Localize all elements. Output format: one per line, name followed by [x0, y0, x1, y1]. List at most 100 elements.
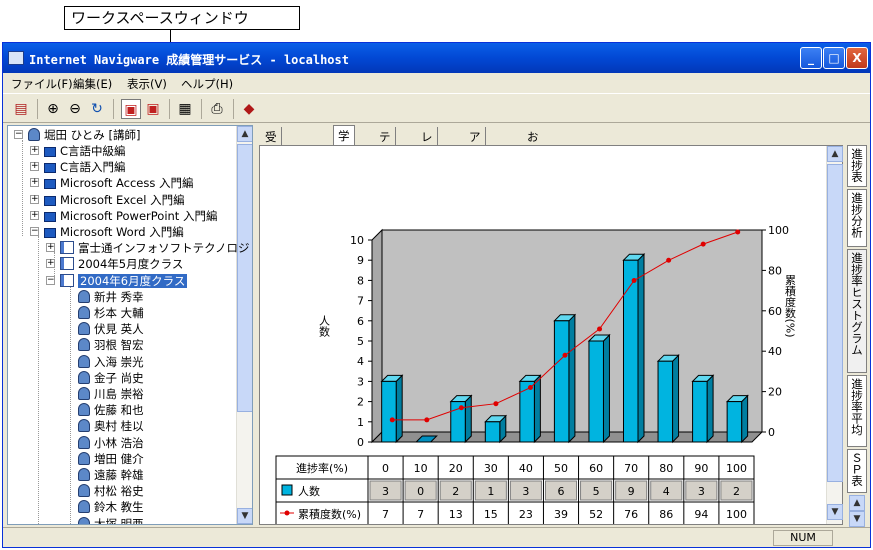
- tab-student-info[interactable]: 受講者情報: [261, 127, 282, 208]
- tree-course-item[interactable]: + Microsoft Access 入門編: [30, 175, 194, 191]
- y-tick-label-left: 9: [357, 254, 364, 267]
- scroll-down-button[interactable]: ▼: [827, 504, 843, 520]
- tab-report[interactable]: レポート: [417, 127, 438, 192]
- tree-class-item[interactable]: +2004年5月度クラス: [46, 256, 183, 272]
- tree-student-item[interactable]: 増田 健介: [78, 451, 144, 467]
- expand-icon[interactable]: +: [30, 146, 39, 155]
- zoom-in-icon[interactable]: ⊕: [43, 99, 63, 119]
- histogram-chart: 012345678910020406080100人数 累積度数(%)進捗率(%)人…: [275, 224, 797, 526]
- toolbar-separator: [37, 99, 38, 119]
- tree-course-item[interactable]: + Microsoft PowerPoint 入門編: [30, 208, 217, 224]
- course-icon: [44, 228, 56, 238]
- tree-student-item[interactable]: 小林 浩治: [78, 435, 144, 451]
- collapse-icon[interactable]: −: [46, 275, 55, 285]
- menu-edit[interactable]: 編集(E): [73, 76, 112, 92]
- menu-view[interactable]: 表示(V): [127, 76, 167, 92]
- scroll-down-button[interactable]: ▼: [237, 508, 252, 524]
- side-tab-sp-table[interactable]: ＳＰ表: [847, 449, 867, 493]
- tree-student-item[interactable]: 入海 崇光: [78, 354, 144, 370]
- minimize-button[interactable]: _: [800, 47, 822, 69]
- side-tab-scroll-down[interactable]: ▼: [849, 511, 865, 527]
- student-icon: [78, 516, 90, 524]
- view-mode-1-icon[interactable]: ▣: [121, 99, 141, 119]
- tree-scrollbar[interactable]: ▲ ▼: [236, 126, 252, 524]
- y-tick-label-right: 100: [768, 224, 789, 237]
- scroll-up-button[interactable]: ▲: [827, 146, 843, 162]
- side-tab-label: 進捗表: [850, 148, 864, 183]
- expand-icon[interactable]: +: [46, 243, 55, 253]
- y-tick-label-right: 60: [768, 305, 782, 318]
- side-tab-label: 進捗分析: [850, 192, 864, 238]
- tree-student-item[interactable]: 鈴木 教生: [78, 499, 144, 515]
- tab-learning[interactable]: 学習: [333, 125, 355, 159]
- close-button[interactable]: X: [846, 47, 868, 69]
- tree-course-item[interactable]: + Microsoft Excel 入門編: [30, 192, 185, 208]
- expand-icon[interactable]: +: [30, 210, 39, 220]
- tree-course-item[interactable]: + C言語入門編: [30, 159, 126, 175]
- tab-survey[interactable]: アンケート: [465, 127, 486, 208]
- cumulative-point: [597, 326, 603, 332]
- workspace-icon[interactable]: ▤: [11, 99, 31, 119]
- bar: [588, 340, 604, 443]
- student-icon: [78, 435, 90, 449]
- tree-student-item[interactable]: 杉本 大輔: [78, 305, 144, 321]
- zoom-out-icon[interactable]: ⊖: [65, 99, 85, 119]
- tree-root[interactable]: − 堀田 ひとみ [講師]: [14, 127, 140, 143]
- bar-side: [533, 374, 541, 444]
- table-cumulative-cell: 15: [484, 508, 498, 521]
- panel-scrollbar[interactable]: ▲ ▼: [826, 146, 843, 524]
- print-icon[interactable]: ⎙: [207, 99, 227, 119]
- table-count-cell: 1: [487, 485, 494, 498]
- maximize-button[interactable]: □: [823, 47, 845, 69]
- tree-student-item[interactable]: 伏見 英人: [78, 321, 144, 337]
- workspace-tree[interactable]: − 堀田 ひとみ [講師] ▲ ▼ + C言語中級編 + C言語入門編 + Microso…: [7, 125, 253, 525]
- scroll-up-button[interactable]: ▲: [237, 126, 252, 142]
- collapse-icon[interactable]: −: [14, 130, 23, 139]
- tree-item-label: Microsoft Word 入門編: [60, 225, 184, 239]
- expand-icon[interactable]: +: [30, 162, 39, 172]
- table-category-cell: 40: [519, 462, 533, 475]
- table-cumulative-cell: 94: [694, 508, 708, 521]
- tree-student-item[interactable]: 川島 崇裕: [78, 386, 144, 402]
- side-tab-scroll-up[interactable]: ▲: [849, 495, 865, 511]
- tab-notice[interactable]: お知らせ: [523, 127, 543, 192]
- tree-item-label: 金子 尚史: [94, 370, 144, 385]
- view-mode-2-icon[interactable]: ▣: [143, 99, 163, 119]
- tree-class-item[interactable]: + 富士通インフォソフトテクノロジ: [46, 240, 249, 256]
- tree-item-label: Microsoft Access 入門編: [60, 176, 194, 191]
- scroll-thumb[interactable]: [827, 164, 843, 482]
- tree-item-label: 新井 秀幸: [94, 289, 144, 304]
- tree-student-item[interactable]: 羽根 智宏: [78, 337, 144, 353]
- side-tab-progress-analysis[interactable]: 進捗分析: [847, 189, 867, 247]
- student-card-icon[interactable]: ▦: [175, 99, 195, 119]
- book-icon[interactable]: ◆: [239, 99, 259, 119]
- app-icon: [8, 51, 24, 65]
- tree-student-item[interactable]: 佐藤 和也: [78, 402, 144, 418]
- cumulative-point: [666, 257, 672, 263]
- title-bar[interactable]: Internet Navigware 成績管理サービス - localhost …: [3, 43, 870, 73]
- side-tab-progress-table[interactable]: 進捗表: [847, 145, 867, 187]
- scroll-thumb[interactable]: [237, 144, 252, 412]
- side-tab-histogram[interactable]: 進捗率ヒストグラム: [847, 249, 867, 373]
- collapse-icon[interactable]: −: [30, 227, 39, 236]
- expand-icon[interactable]: +: [30, 178, 39, 188]
- tree-course-item[interactable]: + C言語中級編: [30, 143, 126, 159]
- tree-student-item[interactable]: 村松 裕史: [78, 483, 144, 499]
- tab-test[interactable]: テスト: [375, 127, 396, 176]
- tree-student-item[interactable]: 新井 秀幸: [78, 289, 144, 305]
- tree-course-item[interactable]: − Microsoft Word 入門編: [30, 224, 184, 240]
- tree-student-item[interactable]: 金子 尚史: [78, 370, 144, 386]
- refresh-icon[interactable]: ↻: [87, 99, 107, 119]
- tree-student-item[interactable]: 遠藤 幹雄: [78, 467, 144, 483]
- expand-icon[interactable]: +: [30, 194, 39, 204]
- menu-help[interactable]: ヘルプ(H): [181, 76, 233, 92]
- side-tab-average[interactable]: 進捗率平均: [847, 375, 867, 447]
- table-category-cell: 30: [484, 462, 498, 475]
- expand-icon[interactable]: +: [46, 259, 55, 269]
- menu-file[interactable]: ファイル(F): [11, 76, 73, 92]
- tree-student-item[interactable]: 大塚 明亜: [78, 516, 144, 524]
- student-icon: [78, 306, 90, 319]
- tree-class-item[interactable]: − 2004年6月度クラス: [46, 273, 188, 289]
- tree-student-item[interactable]: 奥村 桂以: [78, 418, 144, 434]
- tree-item-label: 奥村 桂以: [94, 419, 144, 434]
